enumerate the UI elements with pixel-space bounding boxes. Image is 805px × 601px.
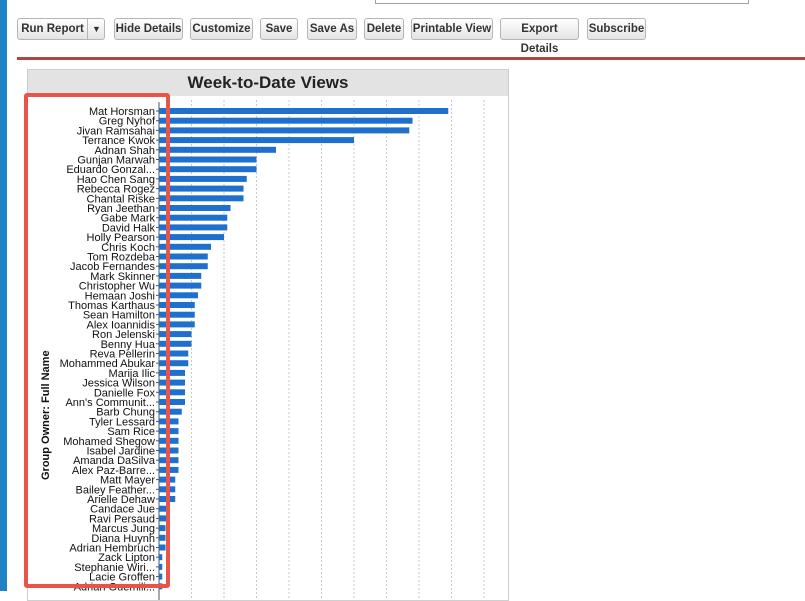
bar[interactable] xyxy=(159,331,192,338)
bar[interactable] xyxy=(159,350,189,357)
chart-panel: Week-to-Date Views Mat Horsman Greg Nyhof… xyxy=(27,69,509,601)
bar[interactable] xyxy=(159,185,244,192)
bar[interactable] xyxy=(159,496,176,502)
delete-button[interactable]: Delete xyxy=(364,18,404,40)
run-report-button[interactable]: Run Report ▼ xyxy=(17,18,105,40)
bar[interactable] xyxy=(159,175,247,182)
bar[interactable] xyxy=(159,573,163,580)
bar[interactable] xyxy=(159,146,276,153)
bar[interactable] xyxy=(159,379,185,386)
bar[interactable] xyxy=(159,525,166,532)
hide-details-button[interactable]: Hide Details xyxy=(114,18,183,40)
printable-view-button[interactable]: Printable View xyxy=(411,18,493,40)
bar[interactable] xyxy=(159,554,163,561)
bar-chart: Mat HorsmanGreg NyhofJivan RamsahaiTerra… xyxy=(60,100,485,600)
bar[interactable] xyxy=(159,437,179,444)
bar[interactable] xyxy=(159,466,179,473)
bar[interactable] xyxy=(159,243,211,250)
bar[interactable] xyxy=(159,389,185,396)
bar[interactable] xyxy=(159,214,228,221)
bar[interactable] xyxy=(159,282,202,289)
bar[interactable] xyxy=(159,156,257,163)
customize-button[interactable]: Customize xyxy=(190,18,253,40)
bar[interactable] xyxy=(159,447,179,454)
bar[interactable] xyxy=(159,399,185,405)
y-axis-label: Group Owner: Full Name xyxy=(40,350,52,480)
bar[interactable] xyxy=(159,263,208,270)
bar[interactable] xyxy=(159,369,185,376)
bar[interactable] xyxy=(159,486,176,493)
save-button[interactable]: Save xyxy=(260,18,298,40)
bar[interactable] xyxy=(159,583,163,590)
bar[interactable] xyxy=(159,428,179,435)
bar[interactable] xyxy=(159,205,231,211)
bar[interactable] xyxy=(159,272,202,279)
bar[interactable] xyxy=(159,408,182,415)
bar[interactable] xyxy=(159,418,179,425)
bar[interactable] xyxy=(159,224,228,231)
left-accent-bar xyxy=(0,0,7,591)
save-as-button[interactable]: Save As xyxy=(307,18,357,40)
top-text-field[interactable] xyxy=(375,0,749,4)
bar[interactable] xyxy=(159,476,176,483)
bar[interactable] xyxy=(159,505,169,512)
bar[interactable] xyxy=(159,534,166,541)
subscribe-button[interactable]: Subscribe xyxy=(587,18,646,40)
bar[interactable] xyxy=(159,234,224,241)
bar[interactable] xyxy=(159,563,163,570)
bar[interactable] xyxy=(159,117,413,124)
bar[interactable] xyxy=(159,137,354,144)
section-divider xyxy=(17,57,805,60)
category-label: Adrian Guemili... xyxy=(74,581,155,593)
bar[interactable] xyxy=(159,544,166,551)
bar[interactable] xyxy=(159,311,195,318)
bar[interactable] xyxy=(159,292,198,299)
bar[interactable] xyxy=(159,515,169,522)
chevron-down-icon[interactable]: ▼ xyxy=(88,19,105,39)
bar[interactable] xyxy=(159,340,192,347)
export-details-button[interactable]: Export Details xyxy=(500,18,579,55)
bar[interactable] xyxy=(159,321,195,328)
bar[interactable] xyxy=(159,127,410,134)
bar[interactable] xyxy=(159,195,244,202)
bar[interactable] xyxy=(159,360,189,367)
bar[interactable] xyxy=(159,253,208,260)
bar[interactable] xyxy=(159,302,195,308)
bar[interactable] xyxy=(159,166,257,173)
bar[interactable] xyxy=(159,108,449,114)
bar[interactable] xyxy=(159,457,179,464)
run-report-label[interactable]: Run Report xyxy=(18,19,87,39)
